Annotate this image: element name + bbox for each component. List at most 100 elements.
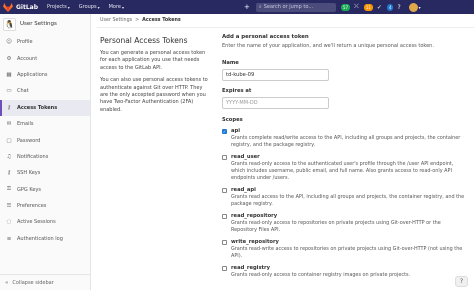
sidebar-item-label: SSH Keys bbox=[17, 170, 41, 177]
settings-sidebar: 🐧 User Settings ☺ Profile ⚙ Account ▦ Appli… bbox=[0, 14, 91, 290]
nav-groups[interactable]: Groups ▾ bbox=[79, 4, 100, 10]
search-icon: ⌕ bbox=[258, 4, 262, 10]
key-icon: ⚷ bbox=[6, 104, 12, 111]
todo-icon[interactable]: ✓ bbox=[377, 4, 382, 11]
applications-icon: ▦ bbox=[6, 71, 12, 78]
nav-groups-label: Groups bbox=[78, 4, 97, 10]
form-section-title: Add a personal access token bbox=[222, 34, 309, 40]
ssh-key-icon: ⚷ bbox=[6, 170, 12, 177]
sidebar-item-password[interactable]: ▢ Password bbox=[0, 132, 90, 148]
preferences-icon: ☰ bbox=[6, 203, 12, 210]
token-name-field[interactable]: td-kube-09 bbox=[222, 69, 329, 81]
sidebar-item-applications[interactable]: ▦ Applications bbox=[0, 67, 90, 83]
chat-icon: ▭ bbox=[6, 88, 12, 95]
sidebar-item-label: Chat bbox=[17, 88, 29, 95]
gpg-key-icon: ⚿ bbox=[6, 186, 12, 193]
help-menu-icon[interactable]: ? bbox=[397, 4, 400, 11]
sidebar-item-notifications[interactable]: ♫ Notifications bbox=[0, 149, 90, 165]
issues-badge[interactable]: 11 bbox=[363, 3, 373, 11]
page-title: Personal Access Tokens bbox=[100, 36, 188, 45]
user-icon: ☺ bbox=[6, 39, 12, 46]
sidebar-item-active-sessions[interactable]: ◌ Active Sessions bbox=[0, 214, 90, 230]
breadcrumb-user-settings[interactable]: User Settings bbox=[100, 18, 132, 23]
top-navbar: GitLab Projects ▾ Groups ▾ More ▾ + ⌕ Searc… bbox=[0, 0, 474, 14]
sidebar-item-preferences[interactable]: ☰ Preferences bbox=[0, 198, 90, 214]
nav-projects[interactable]: Projects ▾ bbox=[47, 4, 70, 10]
scope-read-registry: read_registry Grants read-only access to… bbox=[222, 265, 472, 279]
merge-requests-badge[interactable]: 57 bbox=[340, 3, 350, 11]
bell-icon: ♫ bbox=[6, 153, 12, 160]
new-item-plus-icon[interactable]: + bbox=[244, 3, 250, 11]
chevron-down-icon: ▾ bbox=[97, 4, 100, 10]
chevron-down-icon: ▾ bbox=[67, 4, 70, 10]
breadcrumb: User Settings > Access Tokens bbox=[100, 18, 181, 23]
nav-more[interactable]: More ▾ bbox=[109, 4, 124, 10]
search-placeholder: Search or jump to... bbox=[263, 4, 314, 10]
scope-description: Grants read-only access to container reg… bbox=[231, 272, 411, 278]
scope-name[interactable]: read_registry bbox=[231, 265, 467, 271]
sidebar-item-chat[interactable]: ▭ Chat bbox=[0, 83, 90, 99]
scope-read-registry-checkbox[interactable] bbox=[222, 266, 227, 271]
sidebar-item-ssh-keys[interactable]: ⚷ SSH Keys bbox=[0, 165, 90, 181]
sidebar-item-emails[interactable]: ✉ Emails bbox=[0, 116, 90, 132]
scope-name[interactable]: write_repository bbox=[231, 239, 467, 245]
double-chevron-left-icon: « bbox=[5, 279, 9, 286]
nav-more-label: More bbox=[108, 4, 122, 10]
scope-read-api-checkbox[interactable] bbox=[222, 188, 227, 193]
scope-write-repository: write_repository Grants read-write acces… bbox=[222, 239, 472, 260]
expires-at-field[interactable]: YYYY-MM-DD bbox=[222, 97, 329, 109]
user-avatar[interactable] bbox=[408, 2, 418, 12]
scopes-label: Scopes bbox=[222, 117, 243, 123]
scope-read-user-checkbox[interactable] bbox=[222, 155, 227, 160]
intro-column: Personal Access Tokens You can generate … bbox=[100, 36, 212, 119]
scope-description: Grants read-write access to repositories… bbox=[231, 246, 463, 259]
sidebar-item-authentication-log[interactable]: ≡ Authentication log bbox=[0, 231, 90, 247]
nav-projects-label: Projects bbox=[47, 4, 67, 10]
sidebar-item-label: Preferences bbox=[17, 203, 47, 210]
sidebar-item-access-tokens[interactable]: ⚷ Access Tokens bbox=[0, 99, 90, 116]
sidebar-header[interactable]: 🐧 User Settings bbox=[0, 14, 90, 34]
scope-description: Grants complete read/write access to the… bbox=[231, 135, 461, 148]
scope-name[interactable]: api bbox=[231, 128, 467, 134]
token-form: Add a personal access token Enter the na… bbox=[222, 34, 472, 279]
scope-read-repository: read_repository Grants read-only access … bbox=[222, 213, 472, 234]
sidebar-item-account[interactable]: ⚙ Account bbox=[0, 50, 90, 66]
sidebar-item-label: Password bbox=[17, 137, 41, 144]
scope-description: Grants read access to the API, including… bbox=[231, 194, 465, 207]
scope-read-repository-checkbox[interactable] bbox=[222, 214, 227, 219]
chevron-down-icon[interactable]: ▾ bbox=[419, 5, 421, 10]
help-question-icon[interactable]: ? bbox=[455, 276, 468, 287]
brand-name[interactable]: GitLab bbox=[16, 4, 38, 11]
sidebar-item-profile[interactable]: ☺ Profile bbox=[0, 34, 90, 50]
sidebar-item-label: GPG Keys bbox=[17, 186, 42, 193]
gitlab-logo-icon[interactable] bbox=[3, 2, 13, 12]
scope-api: ✓ api Grants complete read/write access … bbox=[222, 128, 472, 149]
scope-write-repository-checkbox[interactable] bbox=[222, 240, 227, 245]
chevron-down-icon: ▾ bbox=[122, 4, 125, 10]
sessions-icon: ◌ bbox=[6, 219, 12, 226]
name-label: Name bbox=[222, 60, 239, 66]
scope-description: Grants read-only access to repositories … bbox=[231, 220, 441, 233]
todos-badge[interactable]: 4 bbox=[386, 3, 394, 11]
scope-name[interactable]: read_user bbox=[231, 154, 467, 160]
collapse-sidebar-label: Collapse sidebar bbox=[12, 279, 54, 286]
collapse-sidebar-button[interactable]: « Collapse sidebar bbox=[0, 274, 90, 290]
intro-paragraph-1: You can generate a personal access token… bbox=[100, 50, 206, 71]
merge-request-icon[interactable]: ⤬ bbox=[354, 3, 359, 11]
scope-name[interactable]: read_repository bbox=[231, 213, 467, 219]
search-input[interactable]: ⌕ Search or jump to... bbox=[255, 2, 336, 12]
sidebar-item-gpg-keys[interactable]: ⚿ GPG Keys bbox=[0, 182, 90, 198]
mail-icon: ✉ bbox=[6, 121, 12, 128]
expires-at-label: Expires at bbox=[222, 88, 252, 94]
sidebar-item-label: Emails bbox=[17, 121, 34, 128]
breadcrumb-access-tokens[interactable]: Access Tokens bbox=[142, 18, 181, 23]
sidebar-item-label: Access Tokens bbox=[17, 104, 58, 111]
scope-read-user: read_user Grants read-only access to the… bbox=[222, 154, 472, 182]
scope-api-checkbox[interactable]: ✓ bbox=[222, 129, 227, 134]
scope-name[interactable]: read_api bbox=[231, 187, 467, 193]
sidebar-item-label: Authentication log bbox=[17, 235, 63, 242]
account-icon: ⚙ bbox=[6, 55, 12, 62]
log-icon: ≡ bbox=[6, 235, 12, 242]
sidebar-item-label: Profile bbox=[17, 39, 33, 46]
breadcrumb-divider bbox=[97, 27, 474, 28]
